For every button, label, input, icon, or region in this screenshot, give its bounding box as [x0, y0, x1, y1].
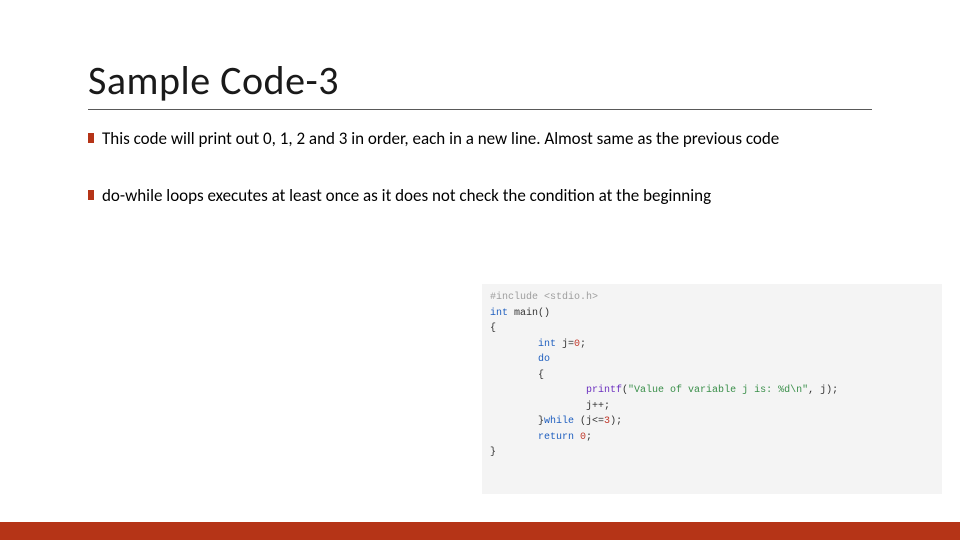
code-brace-open: {: [490, 323, 496, 334]
code-kw-do: do: [490, 354, 550, 365]
code-decl-int: int: [490, 339, 556, 350]
code-decl-var: j=: [556, 339, 574, 350]
code-printf-args: , j);: [808, 385, 838, 396]
code-block: #include <stdio.h> int main() { int j=0;…: [482, 284, 942, 494]
code-incr: j++;: [490, 401, 610, 412]
code-kw-while: while: [544, 416, 574, 427]
code-printf: printf: [490, 385, 622, 396]
code-string: "Value of variable j is: %d\n": [628, 385, 808, 396]
code-brace-open-2: {: [490, 370, 544, 381]
code-main: main(): [508, 308, 550, 319]
code-cond: (j<=: [574, 416, 604, 427]
code-kw-int: int: [490, 308, 508, 319]
code-brace-close: }: [490, 447, 496, 458]
slide-footer-bar: [0, 522, 960, 540]
bullet-1: This code will print out 0, 1, 2 and 3 i…: [94, 128, 876, 151]
code-kw-return: return: [490, 432, 580, 443]
code-semi-2: ;: [586, 432, 592, 443]
slide-title: Sample Code-3: [88, 56, 960, 105]
code-brace-close-2: }: [490, 416, 544, 427]
code-include-header: <stdio.h>: [544, 292, 598, 303]
code-include: #include: [490, 292, 544, 303]
code-semi-1: ;: [580, 339, 586, 350]
slide-body: This code will print out 0, 1, 2 and 3 i…: [0, 110, 960, 208]
bullet-2: do-while loops executes at least once as…: [94, 185, 876, 208]
code-cond-end: );: [610, 416, 622, 427]
